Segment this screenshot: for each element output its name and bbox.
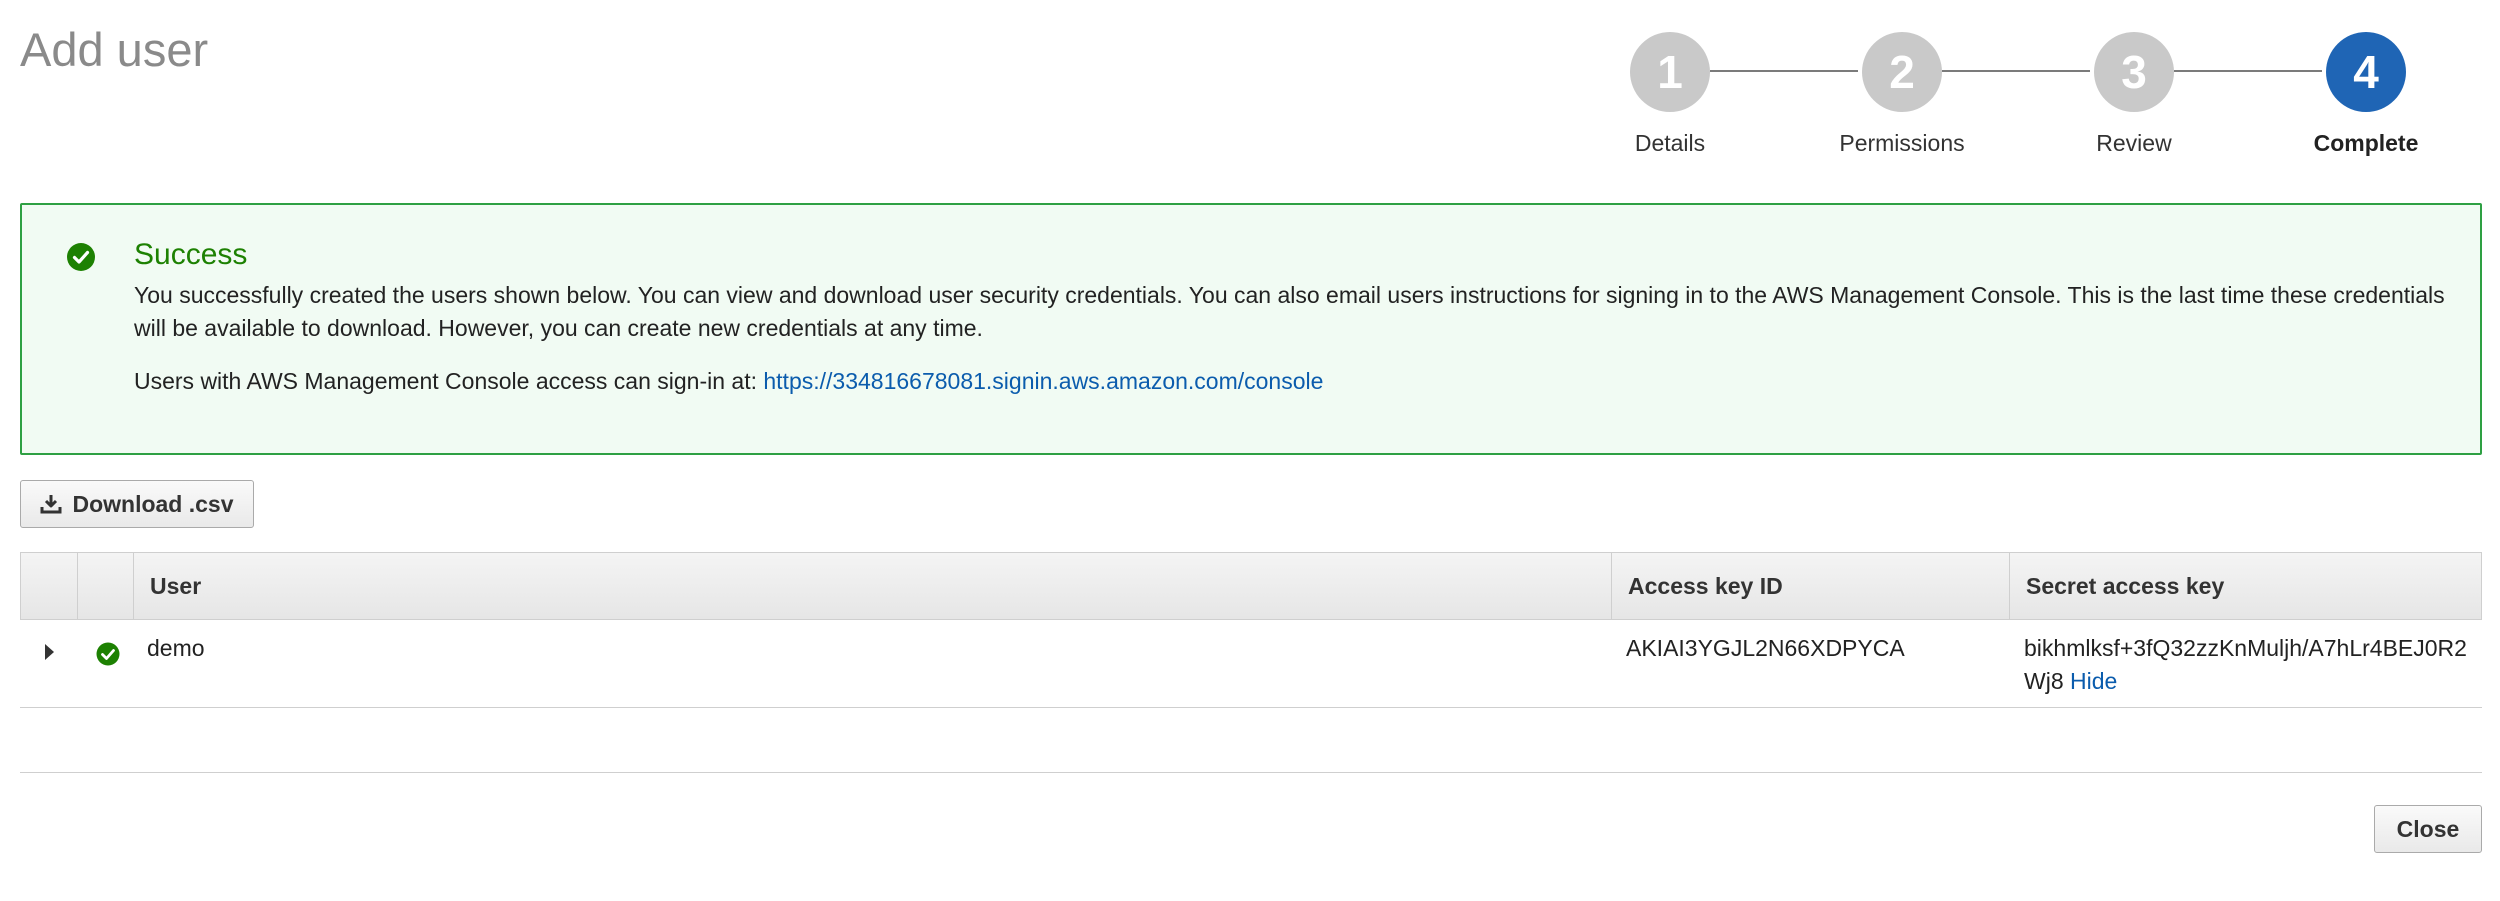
step-number: 2 [1862, 32, 1942, 112]
page-title: Add user [20, 23, 209, 76]
credentials-table: User Access key ID Secret access key dem… [20, 552, 2482, 708]
table-header: User Access key ID Secret access key [20, 552, 2482, 620]
access-key-id: AKIAI3YGJL2N66XDPYCA [1626, 635, 1905, 661]
wizard-steps: 1 Details 2 Permissions 3 Review 4 Compl… [1600, 32, 2480, 162]
expand-column-header [21, 553, 77, 619]
table-row: demo AKIAI3YGJL2N66XDPYCA bikhmlksf+3fQ3… [20, 620, 2482, 708]
user-name: demo [147, 635, 205, 661]
step-number: 4 [2326, 32, 2406, 112]
footer-divider [20, 772, 2482, 773]
user-column-header: User [133, 553, 1611, 619]
step-label: Details [1634, 130, 1706, 156]
secret-key-column-header: Secret access key [2009, 553, 2481, 619]
secret-access-key-cell: bikhmlksf+3fQ32zzKnMuljh/A7hLr4BEJ0R2Wj8… [2024, 620, 2478, 698]
hide-secret-link[interactable]: Hide [2070, 668, 2117, 694]
console-signin-link[interactable]: https://334816678081.signin.aws.amazon.c… [763, 368, 1323, 394]
step-number: 1 [1630, 32, 1710, 112]
success-alert: Success You successfully created the use… [20, 203, 2482, 455]
wizard-step-review: 3 Review [2044, 32, 2224, 157]
check-circle-icon [67, 243, 95, 271]
step-number: 3 [2094, 32, 2174, 112]
step-label: Review [2096, 130, 2172, 156]
signin-info: Users with AWS Management Console access… [134, 368, 1323, 395]
download-csv-label: Download .csv [72, 490, 234, 517]
download-csv-button[interactable]: Download .csv [20, 480, 254, 528]
add-user-page: Add user 1 Details 2 Permissions 3 Revie… [0, 0, 2500, 901]
wizard-step-permissions: 2 Permissions [1812, 32, 1992, 157]
wizard-step-details: 1 Details [1580, 32, 1760, 157]
wizard-step-complete: 4 Complete [2276, 32, 2456, 157]
step-label: Permissions [1839, 130, 1965, 156]
status-column-header [77, 553, 133, 619]
step-label: Complete [2313, 130, 2419, 156]
download-icon [40, 495, 62, 514]
alert-body: You successfully created the users shown… [134, 282, 2445, 341]
expand-row-caret-icon[interactable] [45, 644, 54, 660]
close-button[interactable]: Close [2374, 805, 2482, 853]
access-key-column-header: Access key ID [1611, 553, 2009, 619]
signin-prefix: Users with AWS Management Console access… [134, 368, 764, 394]
alert-title: Success [134, 238, 248, 271]
check-circle-icon [96, 642, 120, 666]
